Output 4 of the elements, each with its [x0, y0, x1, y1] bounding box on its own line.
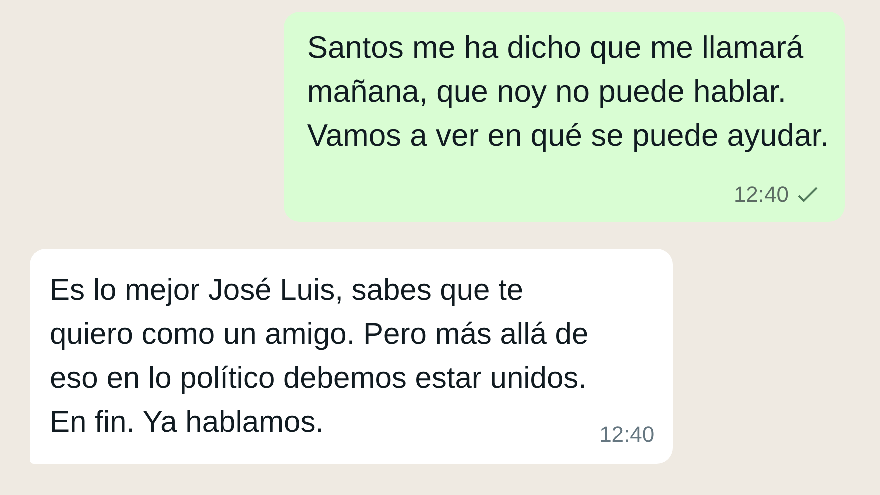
message-text: Santos me ha dicho que me llamará mañana, que noy no puede hablar. Vamos a ver en qué se puede ayudar. — [307, 29, 829, 155]
message-time: 12:40 — [600, 422, 655, 448]
message-text: Es lo mejor José Luis, sabes que te quiero como un amigo. Pero más allá de eso en lo político debemos estar unidos. En fin. Ya hablamos. — [50, 273, 589, 441]
message-time: 12:40 — [734, 182, 789, 208]
